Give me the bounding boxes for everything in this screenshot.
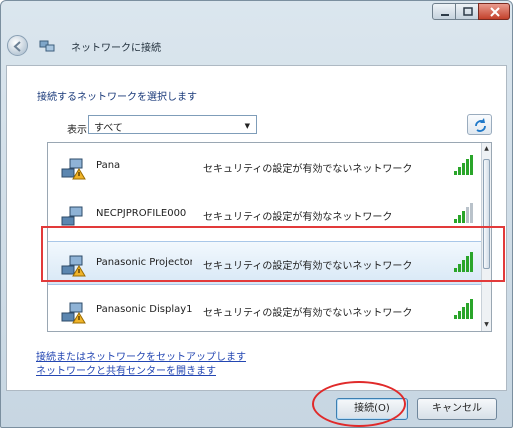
network-icon bbox=[39, 40, 55, 52]
scroll-up-icon[interactable]: ▲ bbox=[482, 143, 491, 155]
window-title: ネットワークに接続 bbox=[71, 43, 161, 54]
signal-bar bbox=[458, 215, 461, 223]
maximize-button[interactable] bbox=[455, 3, 479, 20]
annotation-highlight-box bbox=[41, 226, 505, 282]
signal-bar bbox=[454, 315, 457, 319]
close-icon bbox=[490, 7, 500, 17]
signal-bar bbox=[470, 203, 473, 223]
cancel-button[interactable]: キャンセル bbox=[417, 398, 497, 420]
connect-to-network-window: ネットワークに接続 接続するネットワークを選択します 表示 すべて ▼ Pana… bbox=[0, 0, 513, 428]
signal-strength-icon bbox=[454, 155, 473, 175]
signal-strength-icon bbox=[454, 203, 473, 223]
network-name: Pana bbox=[96, 160, 121, 171]
network-row[interactable]: Pana セキュリティの設定が有効でないネットワーク bbox=[48, 145, 482, 189]
back-button[interactable] bbox=[7, 35, 28, 56]
network-name: Panasonic Display1 bbox=[96, 304, 192, 315]
annotation-circle bbox=[312, 381, 406, 427]
signal-bar bbox=[454, 171, 457, 175]
chevron-down-icon: ▼ bbox=[244, 122, 250, 130]
network-security: セキュリティの設定が有効でないネットワーク bbox=[203, 308, 413, 319]
unsecured-network-icon bbox=[61, 302, 86, 324]
signal-bar bbox=[466, 207, 469, 223]
signal-bar bbox=[462, 307, 465, 319]
title-bar bbox=[1, 1, 512, 27]
network-security: セキュリティの設定が有効なネットワーク bbox=[203, 212, 393, 223]
network-center-link[interactable]: ネットワークと共有センターを開きます bbox=[36, 362, 216, 377]
close-button[interactable] bbox=[478, 3, 510, 20]
refresh-button[interactable] bbox=[467, 114, 492, 135]
unsecured-network-icon bbox=[61, 158, 86, 180]
show-filter-select[interactable]: すべて ▼ bbox=[88, 115, 257, 134]
back-arrow-icon bbox=[13, 41, 21, 52]
navigation-bar: ネットワークに接続 bbox=[7, 35, 507, 57]
signal-bar bbox=[470, 299, 473, 319]
setup-connection-link[interactable]: 接続またはネットワークをセットアップします bbox=[36, 348, 246, 363]
network-name: NECPJPROFILE000 bbox=[96, 208, 187, 219]
dialog-footer: 接続(O) キャンセル bbox=[6, 391, 507, 425]
signal-bar bbox=[454, 219, 457, 223]
signal-bar bbox=[462, 163, 465, 175]
network-security: セキュリティの設定が有効でないネットワーク bbox=[203, 164, 413, 175]
content-panel: 接続するネットワークを選択します 表示 すべて ▼ Pana セキュリティの設定が… bbox=[6, 65, 507, 391]
page-heading: 接続するネットワークを選択します bbox=[37, 92, 197, 103]
signal-bar bbox=[458, 167, 461, 175]
signal-bar bbox=[466, 159, 469, 175]
signal-bar bbox=[466, 303, 469, 319]
show-filter-value: すべて bbox=[94, 123, 123, 134]
signal-bar bbox=[470, 155, 473, 175]
signal-strength-icon bbox=[454, 299, 473, 319]
scroll-down-icon[interactable]: ▼ bbox=[482, 319, 491, 331]
network-row[interactable]: Panasonic Display1 セキュリティの設定が有効でないネットワーク bbox=[48, 289, 482, 331]
minimize-icon bbox=[441, 14, 449, 16]
signal-bar bbox=[462, 211, 465, 223]
show-label: 表示 bbox=[67, 125, 87, 136]
minimize-button[interactable] bbox=[432, 3, 456, 20]
maximize-icon bbox=[463, 7, 473, 16]
signal-bar bbox=[458, 311, 461, 319]
refresh-icon bbox=[475, 118, 486, 132]
